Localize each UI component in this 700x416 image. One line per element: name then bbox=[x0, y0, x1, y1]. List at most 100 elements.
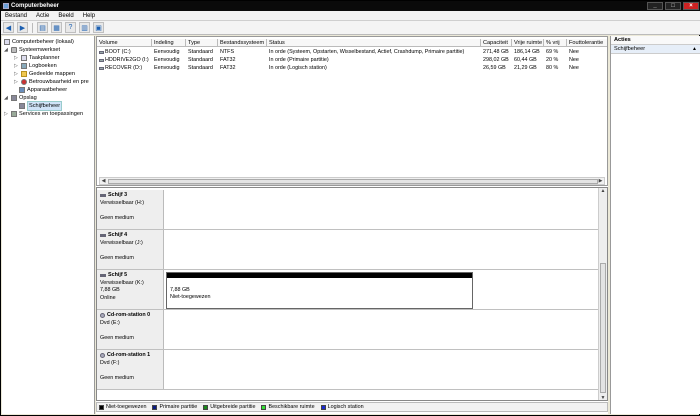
chevron-up-icon[interactable]: ▲ bbox=[692, 45, 697, 54]
legend-swatch bbox=[261, 404, 267, 410]
disk-info[interactable]: Cd-rom-station 0 Dvd (E:) Geen medium bbox=[97, 310, 164, 349]
legend-swatch bbox=[320, 404, 326, 410]
cell-volume: RECOVER (D:) bbox=[105, 65, 143, 71]
cell-type: Standaard bbox=[188, 49, 213, 55]
tree-item-apparaat[interactable]: Apparaatbeheer bbox=[19, 86, 67, 94]
disk-size bbox=[100, 207, 160, 215]
col-type[interactable]: Type bbox=[186, 39, 218, 47]
disk-size: 7,88 GB bbox=[100, 287, 120, 293]
expand-icon[interactable]: ▷ bbox=[4, 110, 9, 118]
legend-swatch bbox=[152, 404, 158, 410]
disk-info[interactable]: Schijf 5 Verwisselbaar (K:) 7,88 GB Onli… bbox=[97, 270, 164, 309]
cell-bestandssysteem: FAT32 bbox=[220, 65, 236, 71]
cell-fouttolerantie: Nee bbox=[569, 49, 579, 55]
disk-info[interactable]: Schijf 4 Verwisselbaar (J:) Geen medium bbox=[97, 230, 164, 269]
collapse-icon[interactable]: ◢ bbox=[4, 46, 9, 54]
disk-icon bbox=[100, 234, 106, 238]
vertical-scrollbar[interactable]: ▲ ▼ bbox=[598, 188, 607, 400]
menu-bar: Bestand Actie Beeld Help bbox=[1, 11, 700, 21]
cell-bestandssysteem: NTFS bbox=[220, 49, 235, 55]
disk-row[interactable]: Cd-rom-station 1 Dvd (F:) Geen medium bbox=[97, 350, 599, 390]
tree-item-gedeeld[interactable]: ▷ Gedeelde mappen bbox=[14, 70, 75, 78]
scroll-down-icon[interactable]: ▼ bbox=[599, 395, 607, 400]
col-status[interactable]: Status bbox=[267, 39, 481, 47]
properties-icon[interactable]: ▦ bbox=[51, 22, 62, 33]
cd-icon bbox=[100, 313, 105, 319]
tree-item-services[interactable]: ▷ Services en toepassingen bbox=[4, 110, 83, 118]
col-bestandssysteem[interactable]: Bestandssysteem bbox=[218, 39, 267, 47]
disk-info[interactable]: Schijf 3 Verwisselbaar (H:) Geen medium bbox=[97, 190, 164, 229]
partition-status: Niet-toegewezen bbox=[170, 294, 211, 300]
collapse-icon[interactable]: ◢ bbox=[4, 94, 9, 102]
menu-help[interactable]: Help bbox=[83, 13, 95, 19]
disk-type: Dvd (F:) bbox=[100, 359, 120, 366]
menu-bestand[interactable]: Bestand bbox=[5, 13, 27, 19]
view-icon[interactable]: ▥ bbox=[79, 22, 90, 33]
unallocated-partition[interactable]: 7,88 GB Niet-toegewezen bbox=[166, 272, 473, 309]
minimize-button[interactable]: _ bbox=[647, 2, 663, 10]
disk-info[interactable]: Cd-rom-station 1 Dvd (F:) Geen medium bbox=[97, 350, 164, 389]
tree-item-logboeken[interactable]: ▷ Logboeken bbox=[14, 62, 57, 70]
scroll-left-icon[interactable]: ◀ bbox=[100, 178, 107, 185]
col-capaciteit[interactable]: Capaciteit bbox=[481, 39, 512, 47]
forward-icon[interactable]: ▶ bbox=[17, 22, 28, 33]
cell-status: In orde (Primaire partitie) bbox=[269, 57, 329, 63]
col-procent-vrij[interactable]: % vrij bbox=[544, 39, 567, 47]
table-row[interactable]: BOOT (C:) Eenvoudig Standaard NTFS In or… bbox=[97, 48, 607, 56]
cell-volume: HDDRIVE2GO (I:) bbox=[105, 57, 149, 63]
back-icon[interactable]: ◀ bbox=[3, 22, 14, 33]
tree-item-betrouwbaarheid[interactable]: ▷ Betrouwbaarheid en pre bbox=[14, 78, 89, 86]
scrollbar-thumb[interactable] bbox=[108, 179, 598, 184]
tree-item-root[interactable]: Computerbeheer (lokaal) bbox=[4, 38, 74, 46]
cell-status: In orde (Logisch station) bbox=[269, 65, 327, 71]
menu-beeld[interactable]: Beeld bbox=[58, 13, 73, 19]
cell-vrije-ruimte: 60,44 GB bbox=[514, 57, 537, 63]
menu-actie[interactable]: Actie bbox=[36, 13, 49, 19]
actions-header: Acties bbox=[611, 36, 700, 45]
tree-item-taakplanner[interactable]: ▷ Taakplanner bbox=[14, 54, 59, 62]
device-icon bbox=[19, 87, 25, 93]
expand-icon[interactable]: ▷ bbox=[14, 54, 19, 62]
disk-size bbox=[100, 247, 160, 255]
help-icon[interactable]: ? bbox=[65, 22, 76, 33]
col-indeling[interactable]: Indeling bbox=[152, 39, 186, 47]
cell-fouttolerantie: Nee bbox=[569, 65, 579, 71]
legend-item: Beschikbare ruimte bbox=[261, 404, 315, 410]
legend-item: Primaire partitie bbox=[152, 404, 197, 410]
disk-size bbox=[100, 327, 160, 335]
col-volume[interactable]: Volume bbox=[97, 39, 152, 47]
disk-row[interactable]: Schijf 4 Verwisselbaar (J:) Geen medium bbox=[97, 230, 599, 270]
disk-status: Online bbox=[100, 294, 116, 301]
scrollbar-thumb[interactable] bbox=[600, 263, 606, 393]
disk-row[interactable]: Cd-rom-station 0 Dvd (E:) Geen medium bbox=[97, 310, 599, 350]
expand-icon[interactable]: ▷ bbox=[14, 62, 19, 70]
col-vrije-ruimte[interactable]: Vrije ruimte bbox=[512, 39, 544, 47]
tree-item-systemtools[interactable]: ◢ Systeemwerkset bbox=[4, 46, 60, 54]
tree-item-schijfbeheer[interactable]: Schijfbeheer bbox=[19, 101, 63, 111]
expand-icon[interactable]: ▷ bbox=[14, 78, 19, 86]
disk-row[interactable]: Schijf 5 Verwisselbaar (K:) 7,88 GB Onli… bbox=[97, 270, 599, 310]
actions-schijfbeheer[interactable]: Schijfbeheer ▲ bbox=[611, 45, 700, 54]
scroll-right-icon[interactable]: ▶ bbox=[597, 178, 604, 185]
disk-management-icon bbox=[19, 103, 25, 109]
cell-indeling: Eenvoudig bbox=[154, 57, 180, 63]
col-fouttolerantie[interactable]: Fouttolerantie bbox=[567, 39, 607, 47]
cell-capaciteit: 271,48 GB bbox=[483, 49, 509, 55]
settings-icon[interactable]: ▣ bbox=[93, 22, 104, 33]
show-tree-icon[interactable]: ▤ bbox=[37, 22, 48, 33]
expand-icon[interactable]: ▷ bbox=[14, 70, 19, 78]
table-row[interactable]: RECOVER (D:) Eenvoudig Standaard FAT32 I… bbox=[97, 64, 607, 72]
disk-row[interactable]: Schijf 3 Verwisselbaar (H:) Geen medium bbox=[97, 190, 599, 230]
cd-icon bbox=[100, 353, 105, 359]
horizontal-scrollbar[interactable]: ◀ ▶ bbox=[99, 177, 605, 185]
close-button[interactable]: × bbox=[683, 2, 699, 10]
cell-vrije-ruimte: 21,29 GB bbox=[514, 65, 537, 71]
computer-management-window: Computerbeheer _ □ × Bestand Actie Beeld… bbox=[0, 0, 700, 416]
title-bar[interactable]: Computerbeheer _ □ × bbox=[1, 1, 700, 11]
table-row[interactable]: HDDRIVE2GO (I:) Eenvoudig Standaard FAT3… bbox=[97, 56, 607, 64]
scroll-up-icon[interactable]: ▲ bbox=[599, 188, 607, 195]
disk-name: Schijf 3 bbox=[108, 192, 128, 198]
disk-type: Dvd (E:) bbox=[100, 319, 120, 326]
maximize-button[interactable]: □ bbox=[665, 2, 681, 10]
cell-bestandssysteem: FAT32 bbox=[220, 57, 236, 63]
